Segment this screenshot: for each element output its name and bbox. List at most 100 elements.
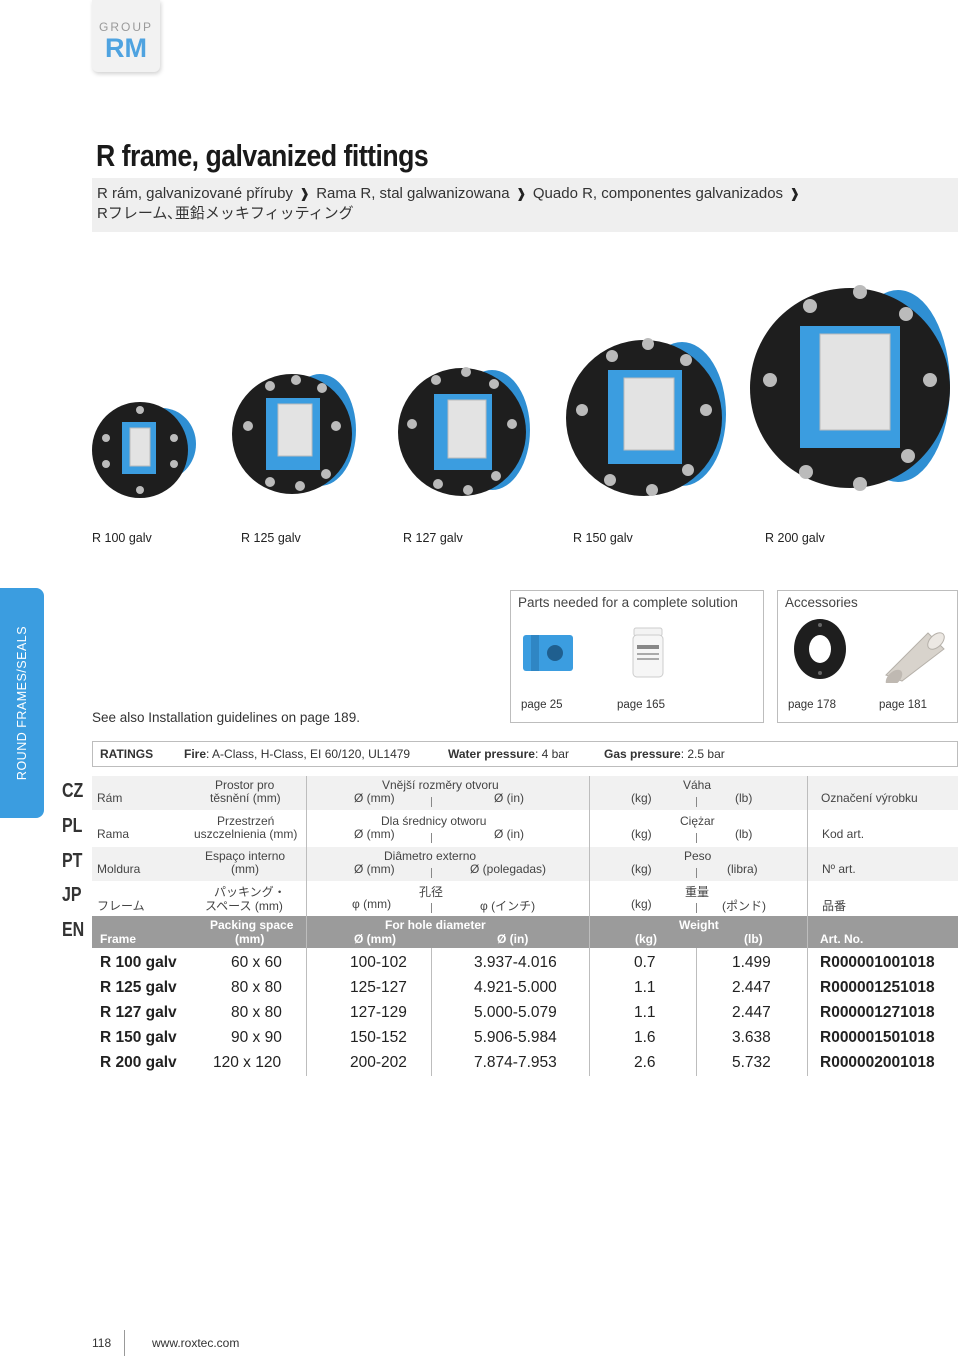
product-label: R 100 galv bbox=[92, 531, 152, 545]
subtitle-box: R rám, galvanizované příruby ❱ Rama R, s… bbox=[92, 178, 958, 232]
cell-space: 80 x 80 bbox=[231, 1004, 282, 1021]
header-mm: φ (mm) bbox=[352, 897, 392, 911]
cell-lb: 3.638 bbox=[732, 1029, 771, 1046]
header-mm: Ø (mm) bbox=[354, 791, 395, 805]
header-row-jp: フレーム パッキング・ スペース (mm) 孔径 φ (mm) φ (インチ) … bbox=[92, 882, 958, 916]
cell-kg: 1.1 bbox=[634, 979, 656, 996]
header-space-2: (mm) bbox=[231, 862, 259, 876]
header-lb: (lb) bbox=[735, 827, 753, 841]
header-frame: Rama bbox=[97, 827, 130, 841]
separator-icon: ❱ bbox=[789, 186, 801, 201]
subtitle-cz: R rám, galvanizované příruby bbox=[97, 185, 293, 202]
header-weight: Váha bbox=[683, 778, 712, 792]
header-space-2: (mm) bbox=[235, 932, 265, 946]
subtitle-jp: Rフレーム､亜鉛メッキフィッティング bbox=[97, 205, 354, 222]
inline-divider bbox=[431, 903, 432, 913]
gasket-ring-image bbox=[794, 619, 846, 679]
accessories-box-title: Accessories bbox=[785, 595, 858, 610]
header-space-2: těsnění (mm) bbox=[210, 791, 281, 805]
footer-url[interactable]: www.roxtec.com bbox=[152, 1336, 239, 1350]
cell-space: 90 x 90 bbox=[231, 1029, 282, 1046]
parts-box: Parts needed for a complete solution pag… bbox=[510, 590, 764, 723]
cell-art: R000001001018 bbox=[820, 954, 935, 971]
parts-page-ref[interactable]: page 25 bbox=[521, 699, 563, 711]
header-space-1: Przestrzeń bbox=[217, 814, 275, 828]
header-in: Ø (polegadas) bbox=[470, 862, 547, 876]
lubricant-image bbox=[632, 627, 664, 678]
header-row-en: Frame Packing space (mm) For hole diamet… bbox=[92, 916, 958, 948]
section-side-tab: ROUND FRAMES/SEALS bbox=[0, 588, 44, 818]
header-weight: Weight bbox=[679, 918, 719, 932]
cell-in: 5.000-5.079 bbox=[474, 1004, 557, 1021]
cell-mm: 100-102 bbox=[350, 954, 407, 971]
page-number: 118 bbox=[92, 1336, 112, 1350]
product-label: R 125 galv bbox=[241, 531, 301, 545]
header-art: Art. No. bbox=[820, 932, 864, 946]
table-row: R 125 galv 80 x 80 125-127 4.921-5.000 1… bbox=[92, 975, 958, 1000]
separator-icon: ❱ bbox=[299, 186, 311, 201]
accessories-page-ref[interactable]: page 178 bbox=[788, 699, 836, 711]
header-art: Nº art. bbox=[822, 862, 856, 876]
header-mm: Ø (mm) bbox=[354, 862, 395, 876]
header-kg: (kg) bbox=[631, 862, 652, 876]
table-row: R 200 galv 120 x 120 200-202 7.874-7.953… bbox=[92, 1050, 958, 1075]
header-kg: (kg) bbox=[631, 791, 652, 805]
group-label: GROUP bbox=[98, 20, 153, 34]
cell-in: 5.906-5.984 bbox=[474, 1029, 557, 1046]
lang-code-en: EN bbox=[62, 919, 85, 941]
ratings-gas: Gas pressure: 2.5 bar bbox=[604, 747, 725, 761]
frame-image-r125 bbox=[232, 374, 356, 494]
header-kg: (kg) bbox=[631, 827, 652, 841]
fire-value: : A-Class, H-Class, EI 60/120, UL1479 bbox=[206, 747, 411, 761]
header-lb: (lb) bbox=[735, 791, 753, 805]
header-in: φ (インチ) bbox=[480, 899, 536, 913]
lang-code-pl: PL bbox=[62, 815, 83, 837]
header-mm: Ø (mm) bbox=[354, 932, 396, 946]
header-art: 品番 bbox=[822, 899, 847, 913]
table-row: R 127 galv 80 x 80 127-129 5.000-5.079 1… bbox=[92, 1000, 958, 1025]
header-kg: (kg) bbox=[631, 897, 652, 911]
header-weight: Peso bbox=[684, 849, 712, 863]
parts-box-title: Parts needed for a complete solution bbox=[518, 595, 738, 610]
header-lb: (libra) bbox=[727, 862, 758, 876]
header-hole: 孔径 bbox=[419, 885, 444, 899]
subtitle-pt: Quado R, componentes galvanizados bbox=[532, 185, 784, 202]
footer-divider bbox=[124, 1330, 125, 1356]
header-weight: 重量 bbox=[685, 885, 710, 899]
frame-image-r200 bbox=[750, 285, 950, 491]
header-weight: Ciężar bbox=[680, 814, 715, 828]
inline-divider bbox=[431, 797, 432, 807]
cell-art: R000001501018 bbox=[820, 1029, 935, 1046]
header-space-2: uszczelnienia (mm) bbox=[194, 827, 298, 841]
water-label: Water pressure bbox=[448, 747, 535, 761]
cell-space: 60 x 60 bbox=[231, 954, 282, 971]
ratings-heading: RATINGS bbox=[100, 747, 154, 761]
header-space-1: Packing space bbox=[210, 918, 294, 932]
cell-kg: 2.6 bbox=[634, 1054, 656, 1071]
table-row: R 150 galv 90 x 90 150-152 5.906-5.984 1… bbox=[92, 1025, 958, 1050]
header-hole: Dla średnicy otworu bbox=[381, 814, 487, 828]
gas-value: : 2.5 bar bbox=[680, 747, 725, 761]
accessories-box: Accessories page 178 page 181 bbox=[777, 590, 958, 723]
cell-art: R000002001018 bbox=[820, 1054, 935, 1071]
cell-frame: R 100 galv bbox=[100, 954, 177, 971]
header-frame: Moldura bbox=[97, 862, 141, 876]
water-value: : 4 bar bbox=[534, 747, 569, 761]
inline-divider bbox=[696, 868, 697, 878]
cell-mm: 150-152 bbox=[350, 1029, 407, 1046]
header-in: Ø (in) bbox=[494, 827, 524, 841]
cell-frame: R 127 galv bbox=[100, 1004, 177, 1021]
ratings-fire: Fire: A-Class, H-Class, EI 60/120, UL147… bbox=[184, 747, 410, 761]
inline-divider bbox=[696, 797, 697, 807]
parts-page-ref[interactable]: page 165 bbox=[617, 699, 665, 711]
gas-label: Gas pressure bbox=[604, 747, 681, 761]
header-in: Ø (in) bbox=[497, 932, 529, 946]
ratings-bar: RATINGS Fire: A-Class, H-Class, EI 60/12… bbox=[92, 741, 958, 767]
header-lb: (lb) bbox=[744, 932, 763, 946]
cell-in: 7.874-7.953 bbox=[474, 1054, 557, 1071]
accessories-page-ref[interactable]: page 181 bbox=[879, 699, 927, 711]
header-frame: Frame bbox=[100, 932, 137, 946]
page-title: R frame, galvanized fittings bbox=[96, 138, 429, 173]
cell-lb: 2.447 bbox=[732, 1004, 771, 1021]
header-frame: フレーム bbox=[97, 899, 145, 913]
